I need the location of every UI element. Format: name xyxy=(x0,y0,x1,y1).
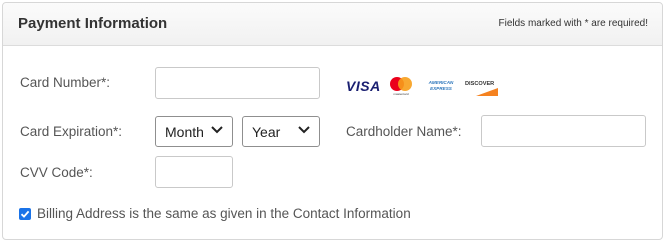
cvv-code-label: CVV Code*: xyxy=(20,165,93,180)
chevron-down-icon xyxy=(211,126,223,134)
svg-text:EXPRESS: EXPRESS xyxy=(430,86,453,91)
card-expiration-label: Card Expiration*: xyxy=(20,124,123,139)
billing-address-checkbox[interactable] xyxy=(19,208,31,220)
svg-text:mastercard: mastercard xyxy=(393,92,408,96)
mastercard-logo: mastercard xyxy=(390,77,412,96)
panel-header: Payment Information Fields marked with *… xyxy=(3,3,662,46)
american-express-logo: AMERICAN EXPRESS xyxy=(428,80,454,91)
panel-title: Payment Information xyxy=(18,15,168,32)
chevron-down-icon xyxy=(298,126,310,134)
card-number-input[interactable] xyxy=(155,67,320,99)
expiration-month-select[interactable]: Month xyxy=(155,116,233,147)
cardholder-name-input[interactable] xyxy=(481,115,646,147)
card-number-label: Card Number*: xyxy=(20,75,111,90)
cardholder-name-label: Cardholder Name*: xyxy=(346,124,462,139)
cvv-code-input[interactable] xyxy=(155,156,233,188)
expiration-year-select[interactable]: Year xyxy=(242,116,320,147)
discover-logo: DISCOVER xyxy=(465,81,498,96)
required-fields-note: Fields marked with * are required! xyxy=(498,18,648,29)
billing-address-checkbox-label: Billing Address is the same as given in … xyxy=(37,206,411,221)
month-selected-value: Month xyxy=(165,123,204,140)
svg-text:DISCOVER: DISCOVER xyxy=(465,81,494,87)
svg-text:AMERICAN: AMERICAN xyxy=(428,80,454,85)
year-selected-value: Year xyxy=(252,123,281,140)
checkmark-icon xyxy=(20,210,30,218)
visa-logo: VISA xyxy=(346,78,381,94)
